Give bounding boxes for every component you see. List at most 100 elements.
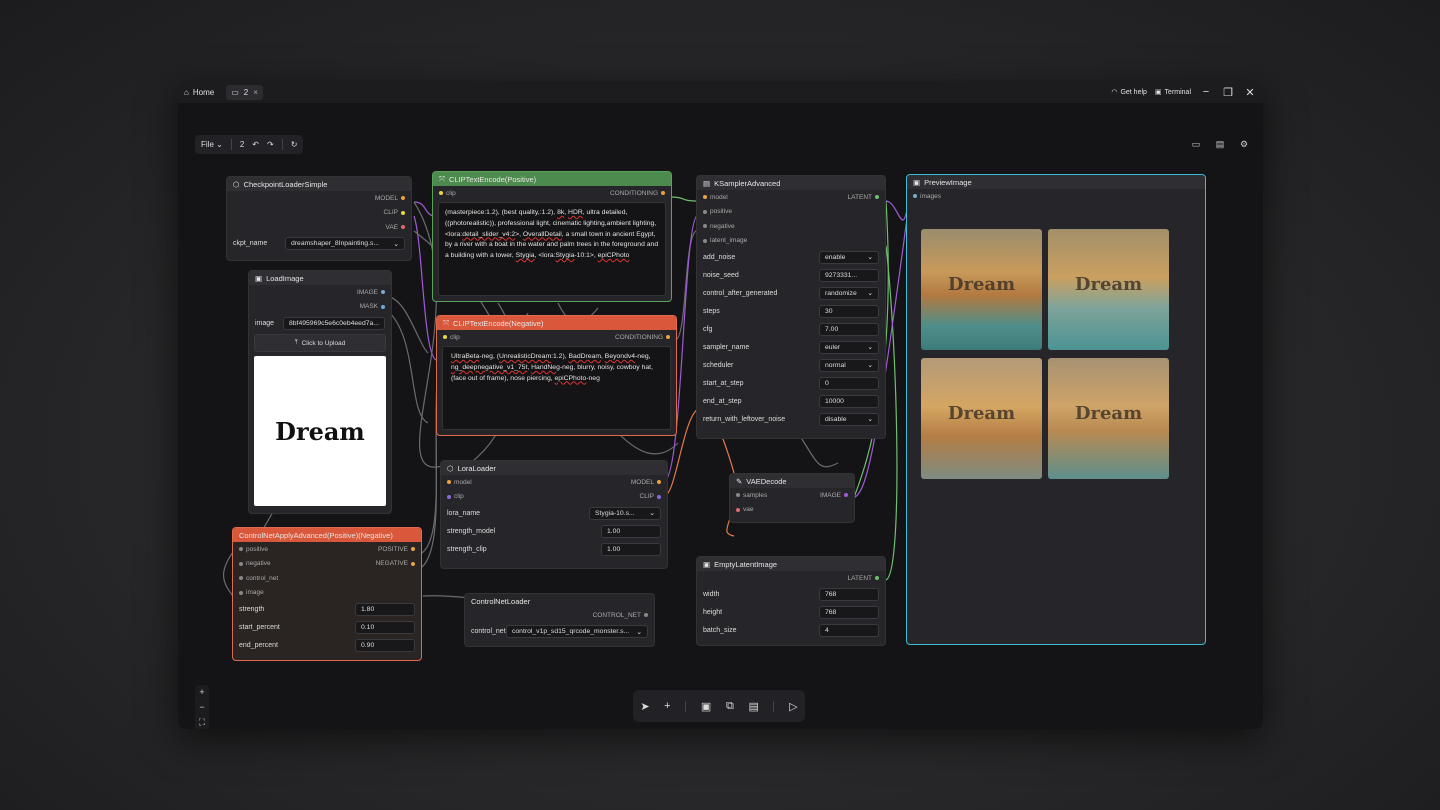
end-percent-widget[interactable]: end_percent 0.90	[233, 636, 421, 654]
preview-thumbnail[interactable]: Dream	[1048, 229, 1169, 350]
node-clip-positive[interactable]: ⤧ CLIPTextEncode(Positive) clip CONDITIO…	[432, 171, 672, 302]
fit-view-icon[interactable]: ⛶	[199, 717, 205, 728]
height-widget[interactable]: height 768	[697, 604, 885, 622]
batch-size-widget[interactable]: batch_size 4	[697, 622, 885, 640]
start-percent-widget[interactable]: start_percent 0.10	[233, 618, 421, 636]
node-clip-negative[interactable]: ⤧ CLIPTextEncode(Negative) clip CONDITIO…	[436, 315, 677, 436]
noise-seed-widget[interactable]: noise_seed 9273331...	[697, 266, 885, 284]
node-header[interactable]: ✎ VAEDecode	[730, 474, 854, 488]
ckpt-name-select[interactable]: dreamshaper_8Inpainting.s... ⌄	[285, 237, 405, 250]
strength-widget[interactable]: strength 1.80	[233, 600, 421, 618]
input-row[interactable]: negative	[697, 219, 885, 234]
io-row[interactable]: clip CONDITIONING	[433, 186, 671, 201]
output-row[interactable]: LATENT	[697, 571, 885, 586]
terminal-toggle-icon[interactable]: ▣	[701, 700, 711, 713]
image-widget[interactable]: image 8bf495969c5e6c0eb4eed7a...	[249, 314, 391, 332]
scheduler-widget[interactable]: scheduler normal ⌄	[697, 356, 885, 374]
output-row[interactable]: VAE	[227, 220, 411, 235]
input-row[interactable]: image	[233, 586, 421, 601]
zoom-out-icon[interactable]: −	[199, 702, 204, 712]
io-row[interactable]: model LATENT	[697, 190, 885, 205]
add-node-icon[interactable]: +	[664, 700, 670, 712]
node-header[interactable]: ⤧ CLIPTextEncode(Negative)	[437, 316, 676, 330]
output-row[interactable]: MODEL	[227, 191, 411, 206]
node-header[interactable]: ⬡ CheckpointLoaderSimple	[227, 177, 411, 191]
input-row[interactable]: vae	[730, 503, 854, 518]
get-help-button[interactable]: ◠ Get help	[1111, 88, 1147, 97]
node-title: KSamplerAdvanced	[714, 178, 781, 188]
node-ksampler-advanced[interactable]: ▤ KSamplerAdvanced model LATENT positive…	[696, 175, 886, 439]
add-noise-widget[interactable]: add_noise enable ⌄	[697, 248, 885, 266]
node-controlnet-loader[interactable]: ControlNetLoader CONTROL_NET control_net…	[464, 593, 655, 647]
output-row[interactable]: MASK	[249, 300, 391, 315]
zoom-in-icon[interactable]: +	[199, 687, 204, 697]
node-vae-decode[interactable]: ✎ VAEDecode samples IMAGE vae	[729, 473, 855, 523]
strength-clip-widget[interactable]: strength_clip 1.00	[441, 540, 667, 558]
node-canvas[interactable]: File ⌄ 2 ↶ ↷ ↻ ▭ ▤ ⚙ ⬡ CheckpointLoaderS…	[178, 103, 1263, 729]
node-header[interactable]: ▤ KSamplerAdvanced	[697, 176, 885, 190]
preview-thumbnail[interactable]: Dream	[1048, 358, 1169, 479]
film-icon[interactable]: ▤	[748, 700, 758, 713]
close-tab-icon[interactable]: ×	[253, 88, 258, 97]
upload-button[interactable]: ⤒ Click to Upload	[254, 334, 386, 352]
chevron-down-icon: ⌄	[393, 240, 399, 248]
home-tab[interactable]: ⌂ Home	[178, 81, 220, 103]
node-header[interactable]: ▣ PreviewImage	[907, 175, 1205, 189]
headphones-icon: ◠	[1111, 89, 1118, 96]
terminal-button[interactable]: ▣ Terminal	[1155, 88, 1191, 97]
output-row[interactable]: IMAGE	[249, 285, 391, 300]
node-header[interactable]: ControlNetLoader	[465, 594, 654, 608]
node-header[interactable]: ⤧ CLIPTextEncode(Positive)	[433, 172, 671, 186]
load-image-preview: Dream	[254, 356, 386, 506]
io-row[interactable]: clip CONDITIONING	[437, 330, 676, 345]
image-select[interactable]: 8bf495969c5e6c0eb4eed7a...	[283, 316, 385, 330]
input-row[interactable]: images	[907, 189, 1205, 204]
maximize-icon[interactable]: ❐	[1221, 86, 1235, 99]
strength-model-widget[interactable]: strength_model 1.00	[441, 522, 667, 540]
node-header[interactable]: ▣ LoadImage	[249, 271, 391, 285]
width-widget[interactable]: width 768	[697, 586, 885, 604]
control-after-generated-widget[interactable]: control_after_generated randomize ⌄	[697, 284, 885, 302]
node-preview-image[interactable]: ▣ PreviewImage images Dream Dream Dream …	[906, 174, 1206, 645]
node-header[interactable]: ControlNetApplyAdvanced(Positive)(Negati…	[233, 528, 421, 542]
node-lora-loader[interactable]: ⬡ LoraLoader model MODEL clip CLIP lora_…	[440, 460, 668, 569]
home-icon: ⌂	[184, 87, 189, 97]
io-row[interactable]: model MODEL	[441, 475, 667, 490]
node-checkpoint-loader[interactable]: ⬡ CheckpointLoaderSimple MODEL CLIP VAE …	[226, 176, 412, 261]
node-load-image[interactable]: ▣ LoadImage IMAGE MASK image 8bf495969c5…	[248, 270, 392, 514]
io-row[interactable]: samples IMAGE	[730, 488, 854, 503]
preview-thumbnail[interactable]: Dream	[921, 229, 1042, 350]
node-header[interactable]: ▣ EmptyLatentImage	[697, 557, 885, 571]
node-controlnet-apply-advanced[interactable]: ControlNetApplyAdvanced(Positive)(Negati…	[232, 527, 422, 661]
input-row[interactable]: positive	[697, 205, 885, 220]
io-row[interactable]: negative NEGATIVE	[233, 557, 421, 572]
io-row[interactable]: clip CLIP	[441, 490, 667, 505]
cfg-widget[interactable]: cfg 7.00	[697, 320, 885, 338]
node-title: CLIPTextEncode(Positive)	[449, 174, 537, 184]
positive-prompt-textarea[interactable]: (masterpiece:1.2), (best quality,:1.2), …	[438, 202, 666, 296]
close-window-icon[interactable]: ✕	[1243, 86, 1257, 99]
input-row[interactable]: control_net	[233, 571, 421, 586]
sampler-name-widget[interactable]: sampler_name euler ⌄	[697, 338, 885, 356]
end-at-step-widget[interactable]: end_at_step 10000	[697, 392, 885, 410]
node-header[interactable]: ⬡ LoraLoader	[441, 461, 667, 475]
ckpt-name-widget[interactable]: ckpt_name dreamshaper_8Inpainting.s... ⌄	[227, 235, 411, 253]
io-row[interactable]: positive POSITIVE	[233, 542, 421, 557]
cube-icon: ⬡	[233, 179, 240, 189]
preview-thumbnail[interactable]: Dream	[921, 358, 1042, 479]
workflow-tab[interactable]: ▭ 2 ×	[226, 84, 263, 100]
negative-prompt-textarea[interactable]: UltraBeta-neg, (UnrealisticDream:1.2), B…	[442, 346, 671, 430]
start-at-step-widget[interactable]: start_at_step 0	[697, 374, 885, 392]
run-queue-icon[interactable]: ▷	[789, 700, 797, 713]
lora-name-widget[interactable]: lora_name Stygia-10.s... ⌄	[441, 504, 667, 522]
control-net-widget[interactable]: control_net control_v1p_sd15_qrcode_monst…	[465, 623, 654, 641]
group-icon[interactable]: ⧉	[726, 700, 734, 713]
node-empty-latent-image[interactable]: ▣ EmptyLatentImage LATENT width 768 heigh…	[696, 556, 886, 646]
select-cursor-icon[interactable]: ➤	[640, 700, 649, 713]
input-row[interactable]: latent_image	[697, 234, 885, 249]
minimize-icon[interactable]: −	[1199, 86, 1213, 98]
return-leftover-noise-widget[interactable]: return_with_leftover_noise disable ⌄	[697, 410, 885, 428]
output-row[interactable]: CLIP	[227, 206, 411, 221]
steps-widget[interactable]: steps 30	[697, 302, 885, 320]
output-row[interactable]: CONTROL_NET	[465, 608, 654, 623]
